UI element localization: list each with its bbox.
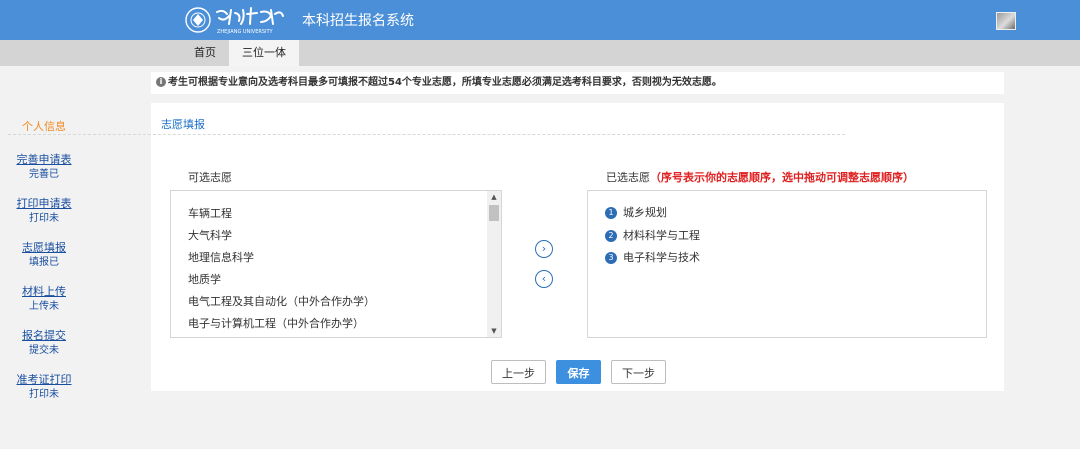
- available-majors-list[interactable]: 车辆工程 大气科学 地理信息科学 地质学 电气工程及其自动化（中外合作办学） 电…: [170, 190, 502, 338]
- sidebar-link-materials[interactable]: 材料上传: [0, 284, 88, 299]
- user-avatar[interactable]: [996, 12, 1016, 30]
- order-number-badge: 2: [605, 230, 617, 242]
- sidebar: 个人信息 完善申请表 完善已 打印申请表 打印未 志愿填报 填报已 材料上传 上…: [0, 118, 88, 416]
- sidebar-status: 打印未: [29, 213, 59, 224]
- university-logo: ZHEJIANG UNIVERSITY: [185, 4, 295, 36]
- list-item[interactable]: 1 城乡规划: [605, 204, 667, 220]
- list-item[interactable]: 电气工程及其自动化（中外合作办学）: [188, 293, 375, 309]
- list-item[interactable]: 大气科学: [188, 227, 232, 243]
- list-scrollbar[interactable]: ▲ ▼: [487, 191, 501, 337]
- chevron-left-icon: ‹: [541, 272, 547, 285]
- sidebar-link-submit[interactable]: 报名提交: [0, 328, 88, 343]
- sidebar-link-preferences[interactable]: 志愿填报: [0, 240, 88, 255]
- add-preference-button[interactable]: ›: [535, 240, 553, 258]
- info-icon: i: [156, 77, 166, 87]
- sidebar-status: 提交未: [29, 345, 59, 356]
- selected-label-row: 已选志愿（序号表示你的志愿顺序，选中拖动可调整志愿顺序）: [606, 169, 914, 185]
- sidebar-item-preferences: 志愿填报 填报已: [0, 240, 88, 271]
- logo-subtext: ZHEJIANG UNIVERSITY: [217, 29, 274, 35]
- chevron-right-icon: ›: [541, 242, 547, 255]
- sidebar-link-admission-ticket[interactable]: 准考证打印: [0, 372, 88, 387]
- selected-major-name: 电子科学与技术: [623, 251, 700, 264]
- selected-majors-list[interactable]: 1 城乡规划 2 材料科学与工程 3 电子科学与技术: [587, 190, 987, 338]
- sidebar-item-admission-ticket: 准考证打印 打印未: [0, 372, 88, 403]
- panel-divider: [8, 134, 845, 135]
- sidebar-status: 上传未: [29, 301, 59, 312]
- sidebar-status: 完善已: [29, 169, 59, 180]
- panel-title: 志愿填报: [161, 118, 205, 131]
- tab-trinity[interactable]: 三位一体: [229, 40, 299, 66]
- sidebar-link-print-form[interactable]: 打印申请表: [0, 196, 88, 211]
- tab-home[interactable]: 首页: [181, 40, 229, 66]
- list-item[interactable]: 电子与计算机工程（中外合作办学）: [188, 315, 364, 331]
- notice-text: 考生可根据专业意向及选考科目最多可填报不超过54个专业志愿，所填专业志愿必须满足…: [168, 77, 722, 88]
- tab-bar: [0, 40, 1080, 66]
- selected-major-name: 材料科学与工程: [623, 229, 700, 242]
- available-label: 可选志愿: [188, 171, 232, 184]
- notice-bar: i 考生可根据专业意向及选考科目最多可填报不超过54个专业志愿，所填专业志愿必须满…: [151, 72, 1004, 94]
- selected-label: 已选志愿: [606, 171, 650, 184]
- remove-preference-button[interactable]: ‹: [535, 270, 553, 288]
- selected-hint: （序号表示你的志愿顺序，选中拖动可调整志愿顺序）: [650, 171, 914, 184]
- previous-step-button[interactable]: 上一步: [491, 360, 546, 384]
- sidebar-item-materials: 材料上传 上传未: [0, 284, 88, 315]
- selected-major-name: 城乡规划: [623, 206, 667, 219]
- sidebar-status: 打印未: [29, 389, 59, 400]
- sidebar-status: 填报已: [29, 257, 59, 268]
- list-item[interactable]: 地理信息科学: [188, 249, 254, 265]
- sidebar-heading: 个人信息: [22, 120, 66, 133]
- scroll-up-icon[interactable]: ▲: [487, 191, 501, 203]
- scrollbar-thumb[interactable]: [489, 205, 499, 221]
- list-item[interactable]: 车辆工程: [188, 205, 232, 221]
- sidebar-item-application-form: 完善申请表 完善已: [0, 152, 88, 183]
- list-item[interactable]: 地质学: [188, 271, 221, 287]
- system-title: 本科招生报名系统: [302, 13, 414, 29]
- top-header-bar: [0, 0, 1080, 40]
- save-button[interactable]: 保存: [556, 360, 601, 384]
- list-item[interactable]: 3 电子科学与技术: [605, 249, 700, 265]
- scroll-down-icon[interactable]: ▼: [487, 325, 501, 337]
- order-number-badge: 1: [605, 207, 617, 219]
- order-number-badge: 3: [605, 252, 617, 264]
- list-item[interactable]: 2 材料科学与工程: [605, 227, 700, 243]
- sidebar-link-complete-form[interactable]: 完善申请表: [0, 152, 88, 167]
- sidebar-item-print-form: 打印申请表 打印未: [0, 196, 88, 227]
- next-step-button[interactable]: 下一步: [611, 360, 666, 384]
- sidebar-item-submit: 报名提交 提交未: [0, 328, 88, 359]
